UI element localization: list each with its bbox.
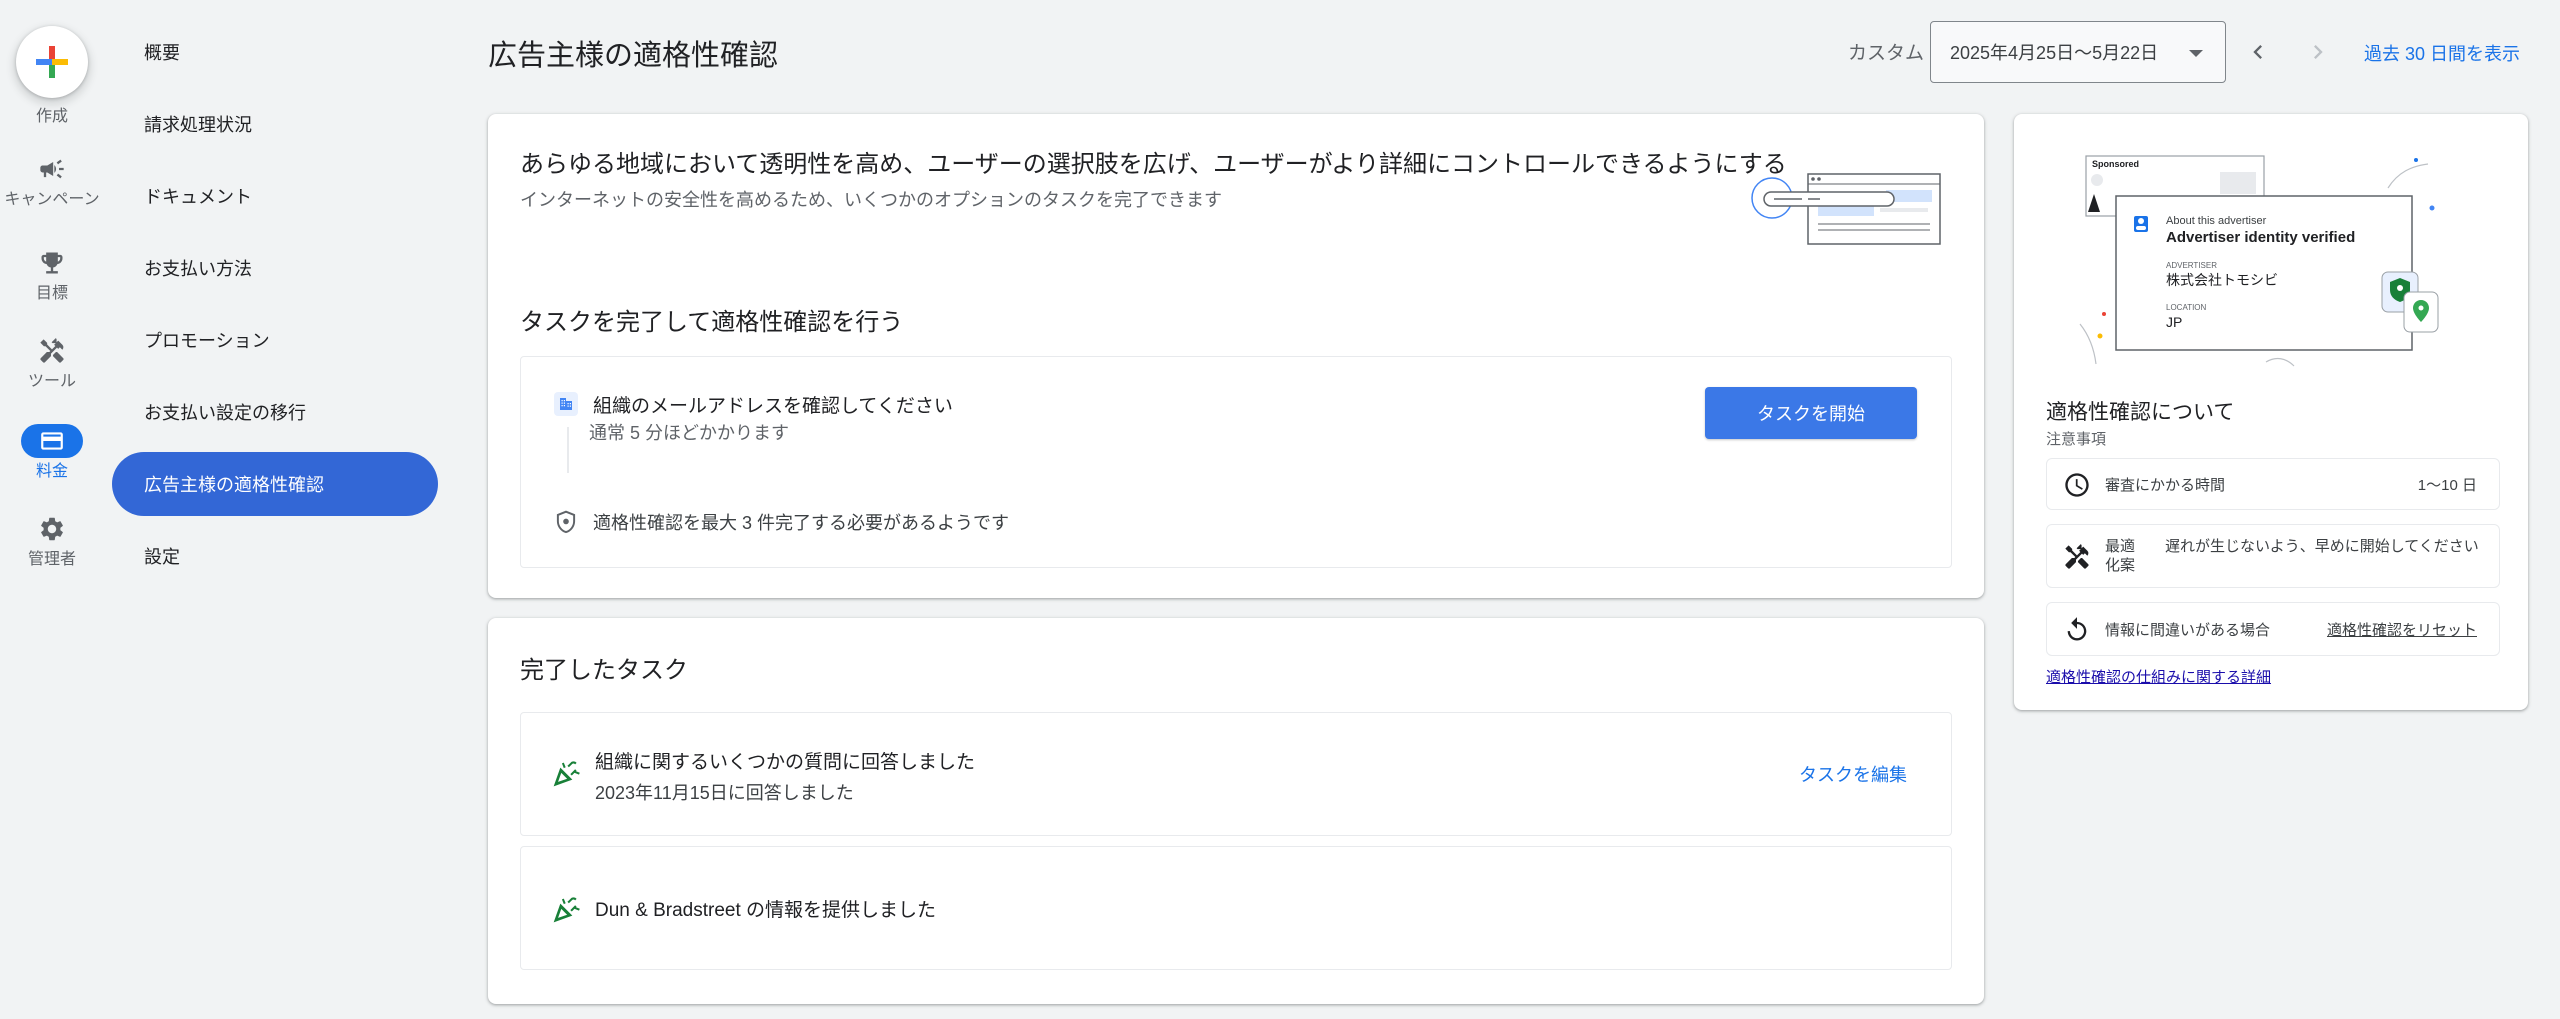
rail-label: 目標 <box>35 285 68 302</box>
gear-icon <box>41 517 63 541</box>
subnav-item-promotions[interactable]: プロモーション <box>112 308 438 372</box>
review-time-row: 審査にかかる時間 1〜10 日 <box>2046 458 2500 510</box>
page-title: 広告主様の適格性確認 <box>488 40 779 72</box>
subnav-item-advertiser-verification[interactable]: 広告主様の適格性確認 <box>112 452 438 516</box>
completed-task-date: 2023年11月15日に回答しました <box>595 783 854 803</box>
plus-icon <box>36 46 68 78</box>
completed-task-item: 組織に関するいくつかの質問に回答しました 2023年11月15日に回答しました … <box>520 712 1952 836</box>
section-title: タスクを完了して適格性確認を行う <box>520 309 904 336</box>
reset-icon <box>2067 617 2087 641</box>
chevron-down-icon <box>2189 50 2203 57</box>
hero-subtitle: インターネットの安全性を高めるため、いくつかのオプションのタスクを完了できます <box>520 190 1222 210</box>
rail-item-campaigns[interactable]: キャンペーン <box>0 152 104 209</box>
megaphone-icon <box>40 159 64 179</box>
billing-subnav: 概要 請求処理状況 ドキュメント お支払い方法 プロモーション お支払い設定の移… <box>112 20 438 596</box>
subnav-item-documents[interactable]: ドキュメント <box>112 164 438 228</box>
chevron-left-icon <box>2253 45 2262 59</box>
rail-label: 管理者 <box>27 551 76 568</box>
pending-task-panel: 組織のメールアドレスを確認してください 通常 5 分ほどかかります タスクを開始… <box>520 356 1952 568</box>
verification-limit-note: 適格性確認を最大 3 件完了する必要があるようです <box>593 513 1010 533</box>
date-range-type-label: カスタム <box>1848 43 1925 64</box>
verification-info-card: Sponsored About this advertiser Advertis… <box>2014 114 2528 710</box>
navigation-rail: 作成 キャンペーン 目標 ツール 料金 管理者 <box>0 0 104 1019</box>
task-connector-line <box>567 427 569 473</box>
completed-tasks-title: 完了したタスク <box>520 657 688 684</box>
rail-item-tools[interactable]: ツール <box>0 334 104 391</box>
create-button[interactable] <box>16 26 88 98</box>
completed-task-title: Dun & Bradstreet の情報を提供しました <box>595 900 937 921</box>
side-card-subtitle: 注意事項 <box>2046 431 2107 448</box>
reset-verification-link[interactable]: 適格性確認をリセット <box>2327 619 2477 640</box>
location-label-text: LOCATION <box>2166 303 2207 312</box>
review-time-label: 審査にかかる時間 <box>2105 477 2226 494</box>
subnav-item-settings[interactable]: 設定 <box>112 524 438 588</box>
side-card-title: 適格性確認について <box>2046 401 2235 424</box>
tools-icon <box>2065 544 2089 569</box>
tools-icon <box>40 338 64 363</box>
credit-card-icon <box>41 432 63 450</box>
sponsored-text: Sponsored <box>2092 159 2139 169</box>
advertiser-verified-illustration: Sponsored About this advertiser Advertis… <box>2079 155 2439 367</box>
date-range-value: 2025年4月25日〜5月22日 <box>1950 43 2159 63</box>
completed-task-title: 組織に関するいくつかの質問に回答しました <box>595 752 976 773</box>
show-last-30-days-link[interactable]: 過去 30 日間を表示 <box>2364 40 2520 66</box>
optimization-row: 最適化案 遅れが生じないよう、早めに開始してください <box>2046 524 2500 588</box>
party-popper-icon <box>553 761 580 787</box>
chevron-right-icon <box>2314 45 2323 59</box>
subnav-item-payment-methods[interactable]: お支払い方法 <box>112 236 438 300</box>
subnav-item-billing-activity[interactable]: 請求処理状況 <box>112 92 438 156</box>
task-duration: 通常 5 分ほどかかります <box>589 423 790 443</box>
incorrect-info-row: 情報に間違いがある場合 適格性確認をリセット <box>2046 602 2500 656</box>
completed-tasks-card: 完了したタスク 組織に関するいくつかの質問に回答しました 2023年11月15日… <box>488 618 1984 1004</box>
about-advertiser-text: About this advertiser <box>2166 215 2267 227</box>
advertiser-name-text: 株式会社トモシビ <box>2166 272 2278 288</box>
previous-period-button[interactable] <box>2236 30 2280 74</box>
optimization-value: 遅れが生じないよう、早めに開始してください <box>2165 538 2479 555</box>
start-task-button[interactable]: タスクを開始 <box>1705 387 1917 439</box>
create-label: 作成 <box>35 108 68 125</box>
rail-item-billing[interactable]: 料金 <box>0 424 104 481</box>
incorrect-info-label: 情報に間違いがある場合 <box>2105 622 2271 639</box>
hero-title: あらゆる地域において透明性を高め、ユーザーの選択肢を広げ、ユーザーがより詳細にコ… <box>520 151 1787 178</box>
advertiser-label-text: ADVERTISER <box>2166 261 2217 270</box>
date-range-select[interactable]: 2025年4月25日〜5月22日 <box>1930 21 2226 83</box>
next-period-button[interactable] <box>2296 30 2340 74</box>
optimization-label: 最適化案 <box>2105 538 2136 574</box>
task-title: 組織のメールアドレスを確認してください <box>593 396 953 417</box>
rail-label: キャンペーン <box>4 191 100 208</box>
browser-search-illustration <box>1751 173 1941 245</box>
location-value-text: JP <box>2166 314 2182 330</box>
subnav-item-summary[interactable]: 概要 <box>112 20 438 84</box>
shield-icon <box>556 510 576 534</box>
rail-item-goals[interactable]: 目標 <box>0 246 104 303</box>
building-icon <box>554 392 578 416</box>
trophy-icon <box>41 252 63 274</box>
review-time-value: 1〜10 日 <box>2417 477 2477 494</box>
completed-task-item: Dun & Bradstreet の情報を提供しました <box>520 846 1952 970</box>
verification-details-link[interactable]: 適格性確認の仕組みに関する詳細 <box>2046 666 2271 687</box>
edit-task-link[interactable]: タスクを編集 <box>1799 761 1907 787</box>
clock-icon <box>2065 473 2089 497</box>
rail-label: ツール <box>27 373 76 390</box>
subnav-item-payment-migration[interactable]: お支払い設定の移行 <box>112 380 438 444</box>
rail-label: 料金 <box>35 463 68 480</box>
party-popper-icon <box>553 897 580 923</box>
rail-item-admin[interactable]: 管理者 <box>0 512 104 569</box>
verification-tasks-card: あらゆる地域において透明性を高め、ユーザーの選択肢を広げ、ユーザーがより詳細にコ… <box>488 114 1984 598</box>
identity-verified-text: Advertiser identity verified <box>2166 229 2355 246</box>
